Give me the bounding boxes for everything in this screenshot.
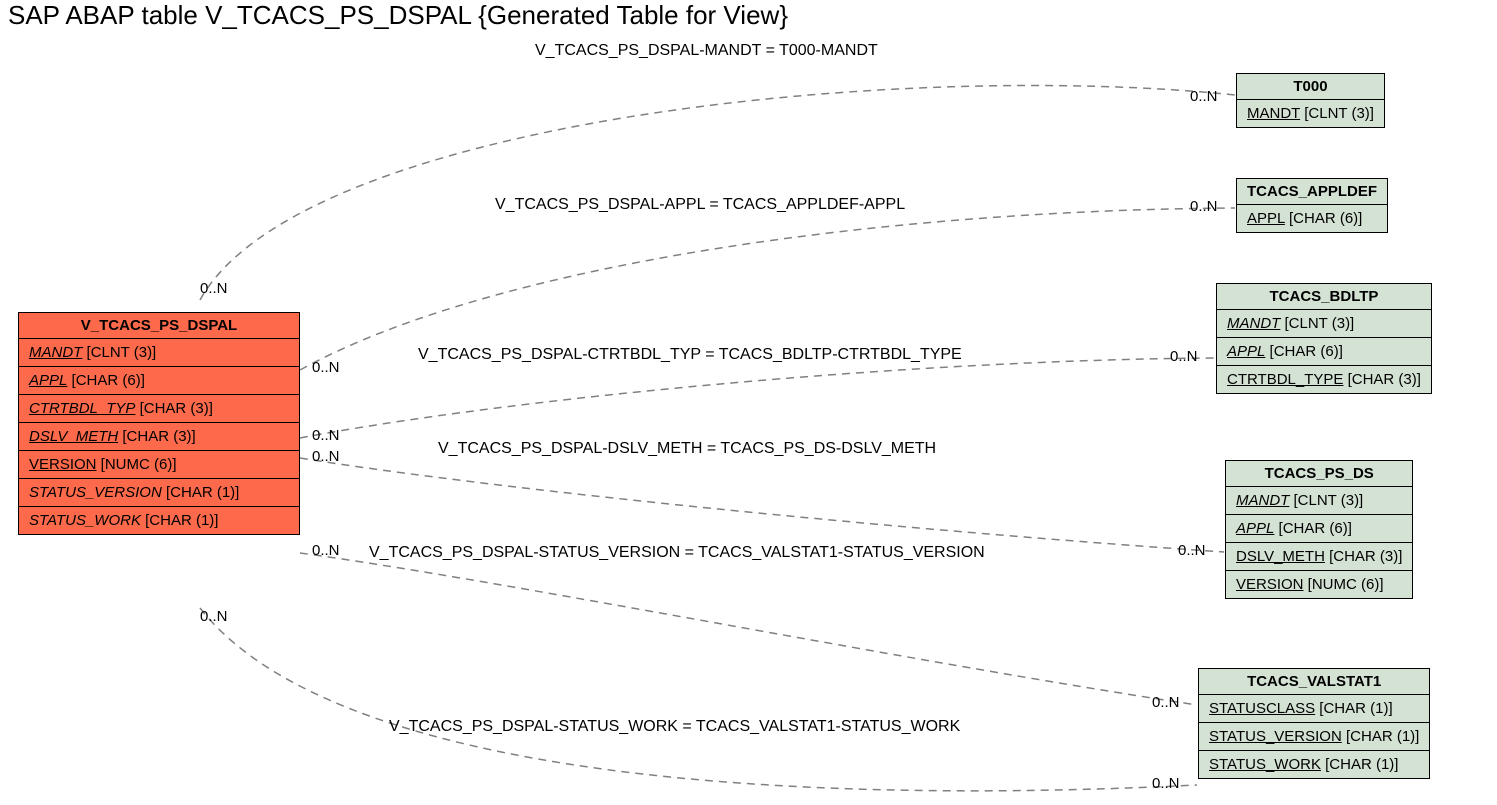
entity-tcacs_appldef: TCACS_APPLDEFAPPL [CHAR (6)] (1236, 178, 1388, 233)
field-row: STATUS_VERSION [CHAR (1)] (19, 479, 299, 507)
cardinality-label: 0..N (1190, 198, 1218, 215)
cardinality-label: 0..N (312, 542, 340, 559)
relation-label: V_TCACS_PS_DSPAL-MANDT = T000-MANDT (535, 42, 878, 60)
field-row: APPL [CHAR (6)] (1217, 338, 1431, 366)
cardinality-label: 0..N (1152, 694, 1180, 711)
entity-header: TCACS_PS_DS (1226, 461, 1412, 487)
cardinality-label: 0..N (200, 608, 228, 625)
field-row: CTRTBDL_TYPE [CHAR (3)] (1217, 366, 1431, 393)
entity-t000: T000MANDT [CLNT (3)] (1236, 73, 1385, 128)
field-row: STATUS_VERSION [CHAR (1)] (1199, 723, 1429, 751)
cardinality-label: 0..N (1170, 348, 1198, 365)
cardinality-label: 0..N (312, 359, 340, 376)
entity-header: TCACS_BDLTP (1217, 284, 1431, 310)
field-row: MANDT [CLNT (3)] (1226, 487, 1412, 515)
cardinality-label: 0..N (1152, 775, 1180, 792)
entity-tcacs_valstat1: TCACS_VALSTAT1STATUSCLASS [CHAR (1)]STAT… (1198, 668, 1430, 779)
field-row: DSLV_METH [CHAR (3)] (19, 423, 299, 451)
field-row: STATUS_WORK [CHAR (1)] (19, 507, 299, 534)
field-row: DSLV_METH [CHAR (3)] (1226, 543, 1412, 571)
entity-tcacs_bdltp: TCACS_BDLTPMANDT [CLNT (3)]APPL [CHAR (6… (1216, 283, 1432, 394)
entity-main-header: V_TCACS_PS_DSPAL (19, 313, 299, 339)
relation-label: V_TCACS_PS_DSPAL-APPL = TCACS_APPLDEF-AP… (495, 196, 905, 214)
relation-label: V_TCACS_PS_DSPAL-CTRTBDL_TYP = TCACS_BDL… (418, 346, 962, 364)
entity-header: TCACS_VALSTAT1 (1199, 669, 1429, 695)
field-row: MANDT [CLNT (3)] (19, 339, 299, 367)
field-row: VERSION [NUMC (6)] (19, 451, 299, 479)
relation-label: V_TCACS_PS_DSPAL-STATUS_VERSION = TCACS_… (369, 544, 985, 562)
relation-label: V_TCACS_PS_DSPAL-DSLV_METH = TCACS_PS_DS… (438, 440, 936, 458)
field-row: STATUSCLASS [CHAR (1)] (1199, 695, 1429, 723)
relation-label: V_TCACS_PS_DSPAL-STATUS_WORK = TCACS_VAL… (389, 718, 960, 736)
field-row: VERSION [NUMC (6)] (1226, 571, 1412, 598)
entity-tcacs_ps_ds: TCACS_PS_DSMANDT [CLNT (3)]APPL [CHAR (6… (1225, 460, 1413, 599)
cardinality-label: 0..N (312, 448, 340, 465)
entity-main: V_TCACS_PS_DSPAL MANDT [CLNT (3)]APPL [C… (18, 312, 300, 535)
field-row: STATUS_WORK [CHAR (1)] (1199, 751, 1429, 778)
cardinality-label: 0..N (1190, 88, 1218, 105)
entity-header: TCACS_APPLDEF (1237, 179, 1387, 205)
entity-header: T000 (1237, 74, 1384, 100)
page-title: SAP ABAP table V_TCACS_PS_DSPAL {Generat… (8, 0, 788, 31)
cardinality-label: 0..N (200, 280, 228, 297)
field-row: CTRTBDL_TYP [CHAR (3)] (19, 395, 299, 423)
field-row: APPL [CHAR (6)] (19, 367, 299, 395)
field-row: APPL [CHAR (6)] (1226, 515, 1412, 543)
field-row: MANDT [CLNT (3)] (1237, 100, 1384, 127)
cardinality-label: 0..N (1178, 542, 1206, 559)
cardinality-label: 0..N (312, 427, 340, 444)
field-row: APPL [CHAR (6)] (1237, 205, 1387, 232)
field-row: MANDT [CLNT (3)] (1217, 310, 1431, 338)
